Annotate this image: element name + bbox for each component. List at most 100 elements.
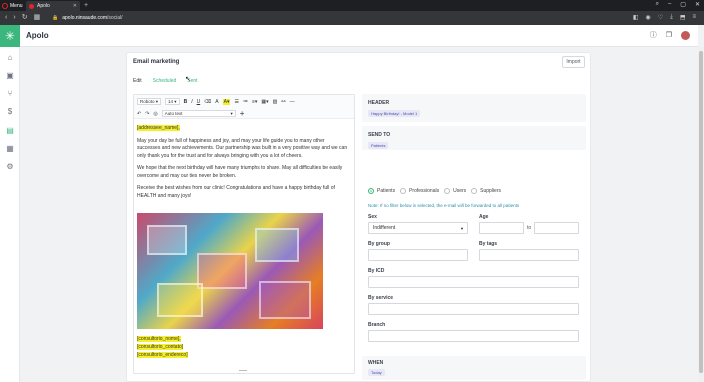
tab-close-icon[interactable]: ✕ xyxy=(73,3,77,9)
flow-icon[interactable]: ⑂ xyxy=(5,89,15,99)
radio-patients[interactable]: Patients xyxy=(368,188,395,194)
toolbar-row-2: ↶ ↷ ◎ Auto text ▾ + xyxy=(137,109,244,118)
align-icon[interactable]: ≡▾ xyxy=(252,99,257,105)
camera-icon[interactable]: ◉ xyxy=(646,14,651,21)
search-tabs-icon[interactable]: ⌕ xyxy=(656,1,659,8)
send-to-label: SEND TO xyxy=(368,132,391,138)
sex-select[interactable]: Indifferent ▼ xyxy=(368,222,468,234)
browser-menu-label: Menu xyxy=(10,3,23,9)
link-icon[interactable]: ⚯ xyxy=(281,99,285,105)
add-icon[interactable]: + xyxy=(240,109,245,118)
tab-scheduled[interactable]: Scheduled xyxy=(153,78,177,84)
marketing-icon[interactable]: ▤ xyxy=(5,126,15,136)
extensions-icon[interactable]: ⬒ xyxy=(680,14,686,21)
extension-icon[interactable]: ◧ xyxy=(633,14,639,21)
italic-icon[interactable]: I xyxy=(191,99,192,105)
header-label: HEADER xyxy=(368,100,390,106)
ordered-list-icon[interactable]: ☰ xyxy=(234,99,238,105)
reload-icon[interactable]: ↻ xyxy=(22,13,28,22)
radio-suppliers[interactable]: Suppliers xyxy=(471,188,501,194)
easy-setup-icon[interactable]: ≡ xyxy=(692,14,696,21)
address-bar-row: ‹ › ↻ ▦ 🔒 apolo.ninsaude.com/social/ ◧ ◉… xyxy=(0,11,704,25)
table-insert-icon[interactable]: ▦▾ xyxy=(261,99,268,105)
back-icon[interactable]: ‹ xyxy=(5,13,7,22)
settings-icon[interactable]: ⚙ xyxy=(5,162,15,172)
app-header: ✳ Apolo ⓘ ❐ xyxy=(0,25,698,47)
horizontal-rule-icon[interactable]: — xyxy=(290,99,295,105)
address-icons: ◧ ◉ ♡ ⤓ ⬒ ≡ xyxy=(633,14,696,21)
icd-label: By ICD xyxy=(368,268,385,274)
radio-dot xyxy=(400,188,407,194)
image-insert-icon[interactable]: ▨ xyxy=(273,99,278,105)
app-name: Apolo xyxy=(26,31,49,40)
icd-input[interactable] xyxy=(368,276,579,288)
gift-boxes-image[interactable] xyxy=(137,213,323,329)
body-paragraph-1: May your day be full of happiness and jo… xyxy=(137,137,348,159)
browser-tab[interactable]: Apolo ✕ xyxy=(26,1,80,11)
forward-icon[interactable]: › xyxy=(13,13,15,22)
filter-note: Note: If no filter below is selected, th… xyxy=(368,203,520,208)
font-family-select[interactable]: Roboto ▾ xyxy=(137,98,162,105)
auto-text-select[interactable]: Auto text ▾ xyxy=(161,110,236,117)
branch-input[interactable] xyxy=(368,330,579,342)
email-signature: [consultorio_nome], [consultorio_contato… xyxy=(137,335,188,359)
service-input[interactable] xyxy=(368,303,579,315)
table-icon[interactable]: ▦ xyxy=(5,144,15,154)
eraser-icon[interactable]: ⌫ xyxy=(204,99,211,105)
age-from-input[interactable] xyxy=(479,222,524,234)
finance-icon[interactable]: $ xyxy=(5,107,15,117)
radio-professionals[interactable]: Professionals xyxy=(400,188,439,194)
page-scrollbar[interactable] xyxy=(698,47,704,382)
age-to-input[interactable] xyxy=(534,222,579,234)
heart-icon[interactable]: ♡ xyxy=(658,14,663,21)
auto-text-value: Auto text xyxy=(164,111,183,116)
import-button[interactable]: Import xyxy=(562,56,585,68)
font-size-select[interactable]: 14 ▾ xyxy=(165,98,180,105)
calendar-icon[interactable]: ▣ xyxy=(5,71,15,81)
download-icon[interactable]: ⤓ xyxy=(670,14,673,21)
email-marketing-card: Email marketing Import Edit Scheduled Se… xyxy=(126,52,591,382)
scrollbar-thumb[interactable] xyxy=(699,51,703,373)
tab-edit[interactable]: Edit xyxy=(133,78,142,84)
maximize-icon[interactable]: ▢ xyxy=(680,1,686,8)
text-color-icon[interactable]: A xyxy=(215,99,218,105)
email-editor[interactable]: Roboto ▾ 14 ▾ B I U ⌫ A A▾ ☰ ≔ ≡▾ ▦▾ ▨ ⚯… xyxy=(133,94,355,374)
avatar[interactable] xyxy=(681,30,690,40)
gift-box-shape xyxy=(197,253,247,289)
radio-users[interactable]: Users xyxy=(444,188,466,194)
undo-icon[interactable]: ↶ xyxy=(137,111,141,117)
header-chip[interactable]: Happy Birthday! - Model 1 xyxy=(368,110,421,117)
url-field[interactable]: 🔒 apolo.ninsaude.com/social/ xyxy=(52,14,612,22)
send-to-chip[interactable]: Patients xyxy=(368,142,389,149)
home-icon[interactable]: ⌂ xyxy=(5,53,15,63)
editor-resize-handle[interactable] xyxy=(239,370,247,371)
url-path: /social/ xyxy=(107,15,123,21)
close-window-icon[interactable]: ✕ xyxy=(695,1,700,8)
tags-input[interactable] xyxy=(479,249,579,261)
new-tab-icon[interactable]: + xyxy=(84,2,88,9)
nav-buttons: ‹ › ↻ ▦ xyxy=(5,13,40,22)
sex-label: Sex xyxy=(368,214,377,220)
clinic-contact-tag: [consultorio_contato] xyxy=(137,344,184,350)
recipient-type-radios: Patients Professionals Users Suppliers xyxy=(368,188,501,194)
underline-icon[interactable]: U xyxy=(197,99,201,105)
radio-label: Users xyxy=(453,188,467,194)
age-label: Age xyxy=(479,214,489,220)
chat-icon[interactable]: ❐ xyxy=(666,31,672,39)
bullet-list-icon[interactable]: ≔ xyxy=(243,99,248,105)
when-chip[interactable]: Today xyxy=(368,369,385,376)
bold-icon[interactable]: B xyxy=(184,99,188,105)
help-icon[interactable]: ⓘ xyxy=(650,30,657,40)
group-input[interactable] xyxy=(368,249,468,261)
font-size-value: 14 xyxy=(168,99,174,104)
email-settings: HEADER Happy Birthday! - Model 1 SEND TO… xyxy=(362,94,586,380)
browser-menu-button[interactable]: Menu xyxy=(2,2,23,10)
preview-icon[interactable]: ◎ xyxy=(153,111,157,117)
highlight-color-icon[interactable]: A▾ xyxy=(222,98,231,105)
speed-dial-icon[interactable]: ▦ xyxy=(34,13,41,22)
app-logo-icon[interactable]: ✳ xyxy=(0,25,20,47)
redo-icon[interactable]: ↷ xyxy=(145,111,149,117)
sidebar: ⌂ ▣ ⑂ $ ▤ ▦ ⚙ xyxy=(0,47,20,382)
email-body[interactable]: [addressee_name], May your day be full o… xyxy=(137,125,349,205)
minimize-icon[interactable]: – xyxy=(668,1,671,8)
